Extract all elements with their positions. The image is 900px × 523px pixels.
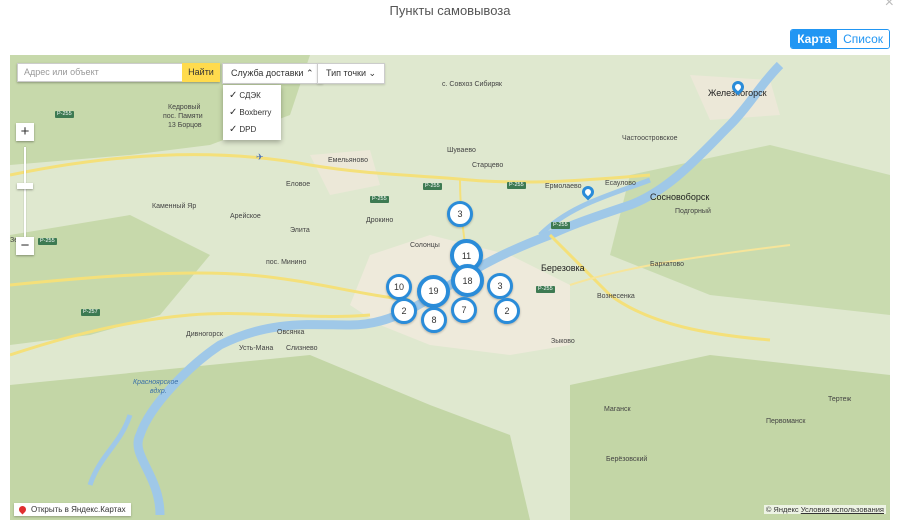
map-cluster[interactable]: 2 — [391, 298, 417, 324]
dropdown-option-dpd[interactable]: ✓ DPD — [223, 121, 281, 138]
road-shield: Р-255 — [55, 111, 74, 118]
road-shield: Р-255 — [551, 222, 570, 229]
place-label: Сосновоборск — [650, 192, 710, 202]
place-label: Подгорный — [675, 208, 711, 215]
place-label: Ермолаево — [545, 183, 582, 190]
road-shield: Р-255 — [370, 196, 389, 203]
place-label: пос. Минино — [266, 259, 307, 266]
place-label: Кедровый — [168, 104, 201, 111]
road-shield: Р-255 — [423, 183, 442, 190]
airport-icon: ✈ — [256, 152, 264, 162]
search-button[interactable]: Найти — [182, 63, 220, 82]
place-label: Элита — [290, 227, 310, 234]
location-pin-icon — [17, 504, 28, 515]
delivery-service-dropdown: ✓ СДЭК ✓ Boxberry ✓ DPD — [223, 85, 281, 140]
place-label: Частоостровское — [622, 135, 678, 142]
option-label: DPD — [239, 125, 257, 134]
place-label: Первоманск — [766, 418, 806, 425]
point-type-label: Тип точки — [326, 68, 366, 78]
map-cluster[interactable]: 7 — [451, 297, 477, 323]
point-type-filter[interactable]: Тип точки ⌄ — [317, 63, 386, 84]
place-label: Старцево — [472, 162, 504, 169]
zoom-in-button[interactable]: + — [16, 123, 34, 141]
place-label: Красноярское — [133, 379, 179, 386]
place-label: Солонцы — [410, 242, 440, 249]
road-shield: Р-255 — [507, 182, 526, 189]
road-shield: Р-255 — [536, 286, 555, 293]
place-label: Дивногорск — [186, 331, 223, 338]
terms-link[interactable]: Условия использования — [801, 505, 884, 514]
check-icon: ✓ — [229, 124, 238, 135]
map-cluster[interactable]: 18 — [451, 264, 484, 297]
place-label: 13 Борцов — [168, 122, 202, 129]
open-yandex-label: Открыть в Яндекс.Картах — [31, 505, 126, 514]
place-label: Бархатово — [650, 261, 685, 268]
place-label: Шуваево — [447, 147, 476, 154]
place-label: Берёзовский — [606, 456, 648, 463]
page-title: Пункты самовывоза — [389, 3, 511, 18]
place-label: Слизнево — [286, 345, 318, 352]
place-label: Есаулово — [605, 180, 636, 187]
view-toggle: Карта Список — [790, 29, 890, 49]
road-shield: Р-257 — [81, 309, 100, 316]
place-label: вдхр. — [150, 388, 167, 395]
delivery-service-filter[interactable]: Служба доставки ⌃ — [222, 63, 323, 84]
search-input[interactable]: Адрес или объект — [17, 63, 182, 82]
search-bar: Адрес или объект Найти — [17, 63, 220, 82]
dropdown-option-boxberry[interactable]: ✓ Boxberry — [223, 104, 281, 121]
map-cluster[interactable]: 10 — [386, 274, 412, 300]
zoom-out-button[interactable]: − — [16, 237, 34, 255]
map-cluster[interactable]: 2 — [494, 298, 520, 324]
place-label: Емельяново — [328, 157, 368, 164]
chevron-down-icon: ⌄ — [368, 68, 377, 78]
copyright-text: © Яндекс — [765, 505, 799, 514]
option-label: Boxberry — [239, 108, 272, 117]
dropdown-option-cdek[interactable]: ✓ СДЭК — [223, 87, 281, 104]
place-label: Дрокино — [366, 217, 394, 224]
tab-map[interactable]: Карта — [791, 30, 838, 48]
place-label: Овсянка — [277, 329, 305, 336]
copyright: © Яндекс Условия использования — [763, 505, 886, 514]
place-label: Каменный Яр — [152, 203, 197, 210]
map-cluster[interactable]: 3 — [447, 201, 473, 227]
place-label: с. Совхоз Сибиряк — [442, 81, 502, 88]
place-label: Маганск — [604, 406, 631, 413]
place-label: Зыково — [551, 338, 575, 345]
close-icon[interactable]: × — [885, 0, 894, 12]
road-shield: Р-255 — [38, 238, 57, 245]
tab-list[interactable]: Список — [837, 30, 889, 48]
map-cluster[interactable]: 3 — [487, 273, 513, 299]
place-label: Усть-Мана — [239, 345, 274, 352]
place-label: Тертеж — [828, 396, 852, 403]
delivery-service-label: Служба доставки — [231, 68, 304, 78]
open-yandex-maps-link[interactable]: Открыть в Яндекс.Картах — [14, 503, 131, 516]
map-cluster[interactable]: 19 — [417, 275, 450, 308]
zoom-slider-track[interactable] — [24, 147, 26, 241]
zoom-slider-handle[interactable] — [17, 183, 33, 189]
check-icon: ✓ — [229, 90, 238, 101]
map-canvas[interactable]: Железногорск с. Совхоз Сибиряк Кедровый … — [10, 55, 890, 520]
map-cluster[interactable]: 8 — [421, 307, 447, 333]
place-label: Вознесенка — [597, 293, 635, 300]
chevron-up-icon: ⌃ — [305, 68, 314, 78]
place-label: Арейское — [230, 213, 261, 220]
map-background — [10, 55, 890, 520]
place-label: пос. Памяти — [163, 113, 203, 120]
place-label: Еловое — [286, 181, 311, 188]
check-icon: ✓ — [229, 107, 238, 118]
place-label: Березовка — [541, 263, 585, 273]
option-label: СДЭК — [239, 91, 261, 100]
